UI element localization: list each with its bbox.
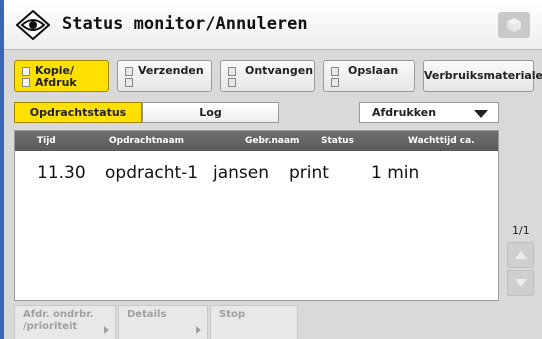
cube-icon-button[interactable] xyxy=(498,12,530,38)
tab-opdrachtstatus[interactable]: Opdrachtstatus xyxy=(14,102,142,123)
tab-verbruiksmaterialen[interactable]: Verbruiksmaterialen xyxy=(423,60,542,92)
job-table: Tijd Opdrachtnaam Gebr.naam Status Wacht… xyxy=(14,130,499,301)
tab-ontvangen[interactable]: Ontvangen xyxy=(220,60,315,92)
dropdown-value: Afdrukken xyxy=(372,106,437,119)
tab-kopie-afdruk[interactable]: Kopie/ Afdruk xyxy=(14,60,109,92)
pause-priority-button[interactable]: Afdr. ondrbr. /prioriteit xyxy=(14,305,116,339)
indicator-square xyxy=(228,67,236,76)
scroll-up-button[interactable] xyxy=(507,242,534,268)
tab-verzenden[interactable]: Verzenden xyxy=(117,60,212,92)
tab-opslaan[interactable]: Opslaan xyxy=(323,60,415,92)
triangle-down-icon xyxy=(514,279,527,287)
indicator-square xyxy=(331,67,339,76)
table-row[interactable]: 11.30 opdracht-1 jansen print 1 min xyxy=(15,161,498,187)
tab-log[interactable]: Log xyxy=(142,102,279,123)
scroll-down-button[interactable] xyxy=(507,270,534,296)
triangle-up-icon xyxy=(514,251,527,259)
column-header-tijd: Tijd xyxy=(37,136,56,146)
indicator-square xyxy=(22,67,30,76)
cell-tijd: 11.30 xyxy=(37,163,86,183)
cell-gebruikersnaam: jansen xyxy=(213,163,270,183)
job-type-dropdown[interactable]: Afdrukken xyxy=(359,102,499,123)
indicator-square xyxy=(331,78,339,87)
cell-opdrachtnaam: opdracht-1 xyxy=(105,163,199,183)
details-button[interactable]: Details xyxy=(118,305,208,339)
tab-label: Verbruiksmaterialen xyxy=(424,69,542,82)
chevron-right-icon xyxy=(104,326,109,334)
button-label: Stop xyxy=(219,309,246,320)
chevron-right-icon xyxy=(196,326,201,334)
tab-label: Afdruk xyxy=(35,76,77,89)
eye-status-icon xyxy=(15,9,51,41)
tab-label: Ontvangen xyxy=(245,64,314,77)
button-label: Afdr. ondrbr. xyxy=(23,309,94,320)
indicator-square xyxy=(125,78,133,87)
cube-icon xyxy=(507,18,521,32)
indicator-square xyxy=(22,78,30,87)
chevron-down-icon xyxy=(474,110,488,118)
function-tabs: Kopie/ Afdruk Verzenden Ontvangen Opslaa… xyxy=(14,60,542,92)
column-header-wachttijd: Wachttijd ca. xyxy=(408,136,475,146)
window-title: Status monitor/Annuleren xyxy=(62,14,308,34)
button-label: /prioriteit xyxy=(23,321,78,332)
indicator-square xyxy=(228,78,236,87)
column-header-opdrachtnaam: Opdrachtnaam xyxy=(109,136,185,146)
title-bar: Status monitor/Annuleren xyxy=(4,0,542,50)
cell-wachttijd: 1 min xyxy=(371,163,420,183)
table-header: Tijd Opdrachtnaam Gebr.naam Status Wacht… xyxy=(15,131,498,151)
column-header-gebruikersnaam: Gebr.naam xyxy=(245,136,300,146)
status-monitor-screen: Status monitor/Annuleren Kopie/ Afdruk V… xyxy=(0,0,542,339)
column-header-status: Status xyxy=(321,136,354,146)
tab-label: Verzenden xyxy=(138,64,204,77)
cell-status: print xyxy=(289,163,329,183)
stop-button[interactable]: Stop xyxy=(210,305,298,339)
indicator-square xyxy=(125,67,133,76)
tab-label: Opslaan xyxy=(348,64,399,77)
button-label: Details xyxy=(127,309,167,320)
page-indicator: 1/1 xyxy=(512,224,530,237)
